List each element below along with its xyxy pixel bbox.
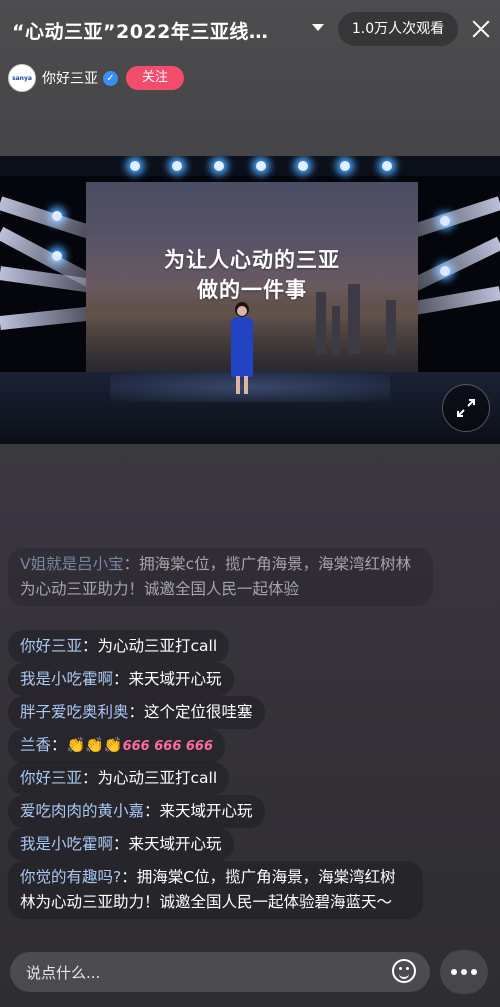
host-name[interactable]: 你好三亚 (42, 68, 98, 88)
host-info: sanya 你好三亚 ✓ 关注 (8, 64, 184, 92)
chat-separator: ： (144, 802, 160, 820)
avatar[interactable]: sanya (8, 64, 36, 92)
chat-text: 为心动三亚打call (97, 769, 218, 787)
smile-eye (406, 967, 409, 970)
chat-message: V姐就是吕小宝：拥海棠c位，揽广角海景，海棠湾红树林为心动三亚助力！诚邀全国人民… (8, 548, 433, 606)
chat-separator: ： (123, 555, 140, 573)
top-bar: “心动三亚”2022年三亚线… 1.0万人次观看 (0, 0, 500, 60)
stage-light (130, 161, 140, 171)
chat-message: 你好三亚：为心动三亚打call (8, 762, 230, 795)
presenter-dress (231, 317, 253, 377)
smile-eye (399, 967, 402, 970)
chat-separator: ： (51, 736, 67, 754)
comment-placeholder: 说点什么... (26, 964, 101, 982)
chat-username[interactable]: 我是小吃霍啊 (20, 670, 113, 688)
chat-message: 你觉的有趣吗?：拥海棠C位，揽广角海景，海棠湾红树林为心动三亚助力！诚邀全国人民… (8, 861, 423, 919)
live-title[interactable]: “心动三亚”2022年三亚线… (12, 17, 268, 44)
smile-mouth (399, 972, 409, 979)
chat-text: 来天域开心玩 (128, 670, 222, 688)
chat-username[interactable]: 你好三亚 (20, 769, 82, 787)
chat-message: 我是小吃霍啊：来天域开心玩 (8, 828, 234, 861)
chat-text: 来天域开心玩 (159, 802, 253, 820)
chat-separator: ： (113, 835, 129, 853)
chat-username[interactable]: 你好三亚 (20, 637, 82, 655)
follow-button[interactable]: 关注 (126, 66, 184, 90)
stage-light (172, 161, 182, 171)
stage-light (382, 161, 392, 171)
comment-input[interactable]: 说点什么... (10, 952, 430, 992)
stage-light (298, 161, 308, 171)
close-icon[interactable] (470, 18, 492, 40)
stage-light (214, 161, 224, 171)
sticker-666: 666 666 666 (122, 739, 214, 754)
presenter-leg (236, 376, 240, 394)
video-player[interactable]: 为让人心动的三亚 做的一件事 (0, 156, 500, 444)
stage-light (256, 161, 266, 171)
more-dot (461, 969, 467, 975)
chat-text: 来天域开心玩 (128, 835, 222, 853)
screen-headline: 为让人心动的三亚 (164, 248, 340, 272)
chevron-down-icon[interactable] (312, 24, 324, 31)
viewer-count: 1.0万人次观看 (338, 12, 458, 46)
chat-message: 你好三亚：为心动三亚打call (8, 630, 230, 663)
smile-icon[interactable] (392, 959, 416, 983)
verified-icon: ✓ (103, 70, 118, 86)
chat-separator: ： (128, 703, 145, 721)
avatar-label: sanya (12, 74, 32, 82)
presenter (228, 302, 256, 396)
chat-message: 爱吃肉肉的黄小嘉：来天域开心玩 (8, 795, 265, 828)
chat-separator: ： (82, 769, 98, 787)
chat-username[interactable]: 我是小吃霍啊 (20, 835, 113, 853)
presenter-face (237, 306, 247, 316)
more-icon[interactable] (440, 950, 488, 994)
chat-separator: ： (113, 670, 129, 688)
chat-separator: ： (121, 868, 137, 886)
stage-truss (0, 156, 500, 176)
skyline-building (332, 306, 340, 354)
chat-message: 胖子爱吃奥利奥：这个定位很哇塞 (8, 696, 265, 729)
more-dot (451, 969, 457, 975)
chat-username[interactable]: 你觉的有趣吗? (20, 868, 121, 886)
clap-emoji: 👏👏👏 (66, 736, 123, 754)
presenter-leg (244, 376, 248, 394)
chat-message: 兰香：👏👏👏666 666 666 (8, 729, 226, 763)
screen-subline: 做的一件事 (197, 278, 307, 302)
chat-text: 这个定位很哇塞 (144, 703, 253, 721)
skyline-building (386, 300, 396, 354)
more-dot (471, 969, 477, 975)
chat-username[interactable]: 兰香 (20, 736, 51, 754)
chat-username[interactable]: V姐就是吕小宝 (20, 555, 124, 573)
fullscreen-icon[interactable] (442, 384, 490, 432)
chat-text: 为心动三亚打call (97, 637, 218, 655)
stage-light (340, 161, 350, 171)
chat-message: 我是小吃霍啊：来天域开心玩 (8, 663, 234, 696)
chat-username[interactable]: 爱吃肉肉的黄小嘉 (20, 802, 144, 820)
chat-separator: ： (82, 637, 98, 655)
chat-username[interactable]: 胖子爱吃奥利奥 (20, 703, 129, 721)
